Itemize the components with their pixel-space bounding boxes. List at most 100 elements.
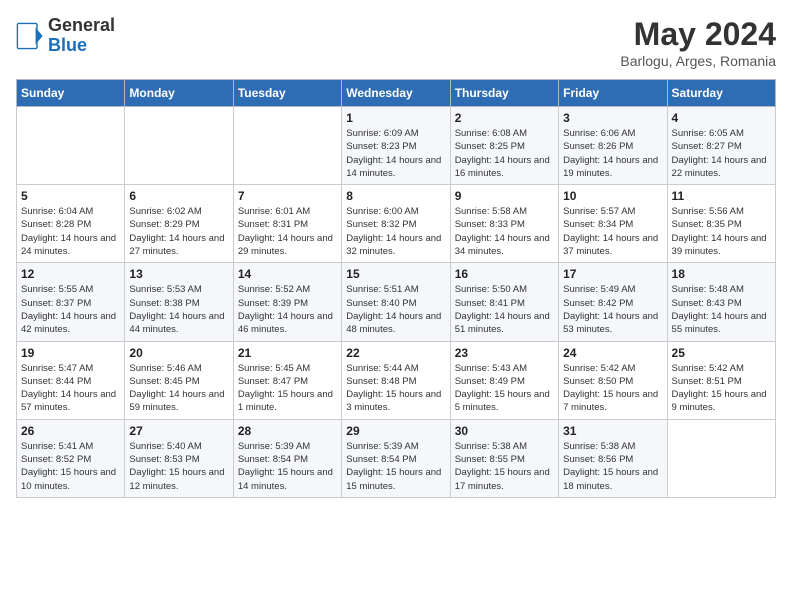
weekday-header-monday: Monday: [125, 80, 233, 107]
day-number: 4: [672, 111, 771, 125]
day-number: 10: [563, 189, 662, 203]
day-cell: 27Sunrise: 5:40 AMSunset: 8:53 PMDayligh…: [125, 419, 233, 497]
day-number: 1: [346, 111, 445, 125]
day-info: Sunrise: 5:55 AMSunset: 8:37 PMDaylight:…: [21, 283, 120, 336]
day-cell: 4 Sunrise: 6:05 AMSunset: 8:27 PMDaylight…: [667, 107, 775, 185]
day-number: 25: [672, 346, 771, 360]
day-cell: 17 Sunrise: 5:49 AMSunset: 8:42 PMDayligh…: [559, 263, 667, 341]
day-cell: 5 Sunrise: 6:04 AMSunset: 8:28 PMDaylight…: [17, 185, 125, 263]
day-number: 20: [129, 346, 228, 360]
day-number: 19: [21, 346, 120, 360]
day-info: Sunrise: 5:52 AMSunset: 8:39 PMDaylight:…: [238, 283, 337, 336]
day-info: Sunrise: 6:08 AMSunset: 8:25 PMDaylight:…: [455, 127, 554, 180]
day-info: Sunrise: 5:42 AMSunset: 8:50 PMDaylight:…: [563, 362, 662, 415]
day-cell: 6 Sunrise: 6:02 AMSunset: 8:29 PMDaylight…: [125, 185, 233, 263]
day-number: 26: [21, 424, 120, 438]
day-cell: 24 Sunrise: 5:42 AMSunset: 8:50 PMDayligh…: [559, 341, 667, 419]
weekday-header-wednesday: Wednesday: [342, 80, 450, 107]
logo-general-text: General: [48, 15, 115, 35]
day-info: Sunrise: 5:38 AMSunset: 8:55 PMDaylight:…: [455, 440, 554, 493]
day-number: 18: [672, 267, 771, 281]
day-number: 21: [238, 346, 337, 360]
day-info: Sunrise: 6:00 AMSunset: 8:32 PMDaylight:…: [346, 205, 445, 258]
day-cell: [125, 107, 233, 185]
logo: General Blue: [16, 16, 115, 56]
day-cell: 3Sunrise: 6:06 AMSunset: 8:26 PMDaylight…: [559, 107, 667, 185]
day-info: Sunrise: 5:49 AMSunset: 8:42 PMDaylight:…: [563, 283, 662, 336]
day-cell: [667, 419, 775, 497]
day-cell: 30Sunrise: 5:38 AMSunset: 8:55 PMDayligh…: [450, 419, 558, 497]
day-number: 28: [238, 424, 337, 438]
day-info: Sunrise: 5:38 AMSunset: 8:56 PMDaylight:…: [563, 440, 662, 493]
day-info: Sunrise: 5:51 AMSunset: 8:40 PMDaylight:…: [346, 283, 445, 336]
day-number: 13: [129, 267, 228, 281]
day-number: 12: [21, 267, 120, 281]
weekday-header-saturday: Saturday: [667, 80, 775, 107]
day-info: Sunrise: 5:41 AMSunset: 8:52 PMDaylight:…: [21, 440, 120, 493]
day-number: 11: [672, 189, 771, 203]
day-info: Sunrise: 5:58 AMSunset: 8:33 PMDaylight:…: [455, 205, 554, 258]
day-info: Sunrise: 5:46 AMSunset: 8:45 PMDaylight:…: [129, 362, 228, 415]
day-info: Sunrise: 6:02 AMSunset: 8:29 PMDaylight:…: [129, 205, 228, 258]
day-info: Sunrise: 5:39 AMSunset: 8:54 PMDaylight:…: [238, 440, 337, 493]
week-row-5: 26 Sunrise: 5:41 AMSunset: 8:52 PMDayligh…: [17, 419, 776, 497]
day-number: 23: [455, 346, 554, 360]
week-row-1: 1Sunrise: 6:09 AMSunset: 8:23 PMDaylight…: [17, 107, 776, 185]
day-info: Sunrise: 5:42 AMSunset: 8:51 PMDaylight:…: [672, 362, 771, 415]
logo-icon: [16, 22, 44, 50]
day-info: Sunrise: 5:47 AMSunset: 8:44 PMDaylight:…: [21, 362, 120, 415]
day-info: Sunrise: 5:56 AMSunset: 8:35 PMDaylight:…: [672, 205, 771, 258]
day-cell: 25 Sunrise: 5:42 AMSunset: 8:51 PMDayligh…: [667, 341, 775, 419]
day-cell: 2 Sunrise: 6:08 AMSunset: 8:25 PMDaylight…: [450, 107, 558, 185]
day-number: 17: [563, 267, 662, 281]
day-info: Sunrise: 5:48 AMSunset: 8:43 PMDaylight:…: [672, 283, 771, 336]
calendar-table: SundayMondayTuesdayWednesdayThursdayFrid…: [16, 79, 776, 498]
day-cell: 31 Sunrise: 5:38 AMSunset: 8:56 PMDayligh…: [559, 419, 667, 497]
day-number: 29: [346, 424, 445, 438]
day-cell: 29 Sunrise: 5:39 AMSunset: 8:54 PMDayligh…: [342, 419, 450, 497]
day-number: 22: [346, 346, 445, 360]
day-number: 14: [238, 267, 337, 281]
day-number: 8: [346, 189, 445, 203]
day-info: Sunrise: 5:39 AMSunset: 8:54 PMDaylight:…: [346, 440, 445, 493]
weekday-header-tuesday: Tuesday: [233, 80, 341, 107]
day-cell: 12 Sunrise: 5:55 AMSunset: 8:37 PMDayligh…: [17, 263, 125, 341]
day-number: 3: [563, 111, 662, 125]
day-info: Sunrise: 5:53 AMSunset: 8:38 PMDaylight:…: [129, 283, 228, 336]
day-number: 31: [563, 424, 662, 438]
day-cell: 23 Sunrise: 5:43 AMSunset: 8:49 PMDayligh…: [450, 341, 558, 419]
day-info: Sunrise: 5:57 AMSunset: 8:34 PMDaylight:…: [563, 205, 662, 258]
day-info: Sunrise: 5:43 AMSunset: 8:49 PMDaylight:…: [455, 362, 554, 415]
day-info: Sunrise: 6:04 AMSunset: 8:28 PMDaylight:…: [21, 205, 120, 258]
weekday-header-row: SundayMondayTuesdayWednesdayThursdayFrid…: [17, 80, 776, 107]
day-cell: 11 Sunrise: 5:56 AMSunset: 8:35 PMDayligh…: [667, 185, 775, 263]
day-number: 6: [129, 189, 228, 203]
day-info: Sunrise: 5:44 AMSunset: 8:48 PMDaylight:…: [346, 362, 445, 415]
weekday-header-sunday: Sunday: [17, 80, 125, 107]
day-cell: 8 Sunrise: 6:00 AMSunset: 8:32 PMDaylight…: [342, 185, 450, 263]
month-title: May 2024: [620, 16, 776, 53]
day-cell: 28 Sunrise: 5:39 AMSunset: 8:54 PMDayligh…: [233, 419, 341, 497]
day-cell: 9 Sunrise: 5:58 AMSunset: 8:33 PMDaylight…: [450, 185, 558, 263]
day-cell: 7Sunrise: 6:01 AMSunset: 8:31 PMDaylight…: [233, 185, 341, 263]
day-info: Sunrise: 5:45 AMSunset: 8:47 PMDaylight:…: [238, 362, 337, 415]
day-number: 9: [455, 189, 554, 203]
day-number: 2: [455, 111, 554, 125]
day-number: 5: [21, 189, 120, 203]
day-cell: 21 Sunrise: 5:45 AMSunset: 8:47 PMDayligh…: [233, 341, 341, 419]
week-row-2: 5 Sunrise: 6:04 AMSunset: 8:28 PMDaylight…: [17, 185, 776, 263]
title-block: May 2024 Barlogu, Arges, Romania: [620, 16, 776, 69]
day-info: Sunrise: 6:01 AMSunset: 8:31 PMDaylight:…: [238, 205, 337, 258]
day-cell: 20 Sunrise: 5:46 AMSunset: 8:45 PMDayligh…: [125, 341, 233, 419]
day-cell: 16Sunrise: 5:50 AMSunset: 8:41 PMDayligh…: [450, 263, 558, 341]
day-number: 24: [563, 346, 662, 360]
day-cell: 1Sunrise: 6:09 AMSunset: 8:23 PMDaylight…: [342, 107, 450, 185]
week-row-4: 19 Sunrise: 5:47 AMSunset: 8:44 PMDayligh…: [17, 341, 776, 419]
day-cell: 15Sunrise: 5:51 AMSunset: 8:40 PMDayligh…: [342, 263, 450, 341]
day-info: Sunrise: 5:50 AMSunset: 8:41 PMDaylight:…: [455, 283, 554, 336]
day-number: 27: [129, 424, 228, 438]
day-cell: 19 Sunrise: 5:47 AMSunset: 8:44 PMDayligh…: [17, 341, 125, 419]
week-row-3: 12 Sunrise: 5:55 AMSunset: 8:37 PMDayligh…: [17, 263, 776, 341]
weekday-header-thursday: Thursday: [450, 80, 558, 107]
day-info: Sunrise: 6:05 AMSunset: 8:27 PMDaylight:…: [672, 127, 771, 180]
